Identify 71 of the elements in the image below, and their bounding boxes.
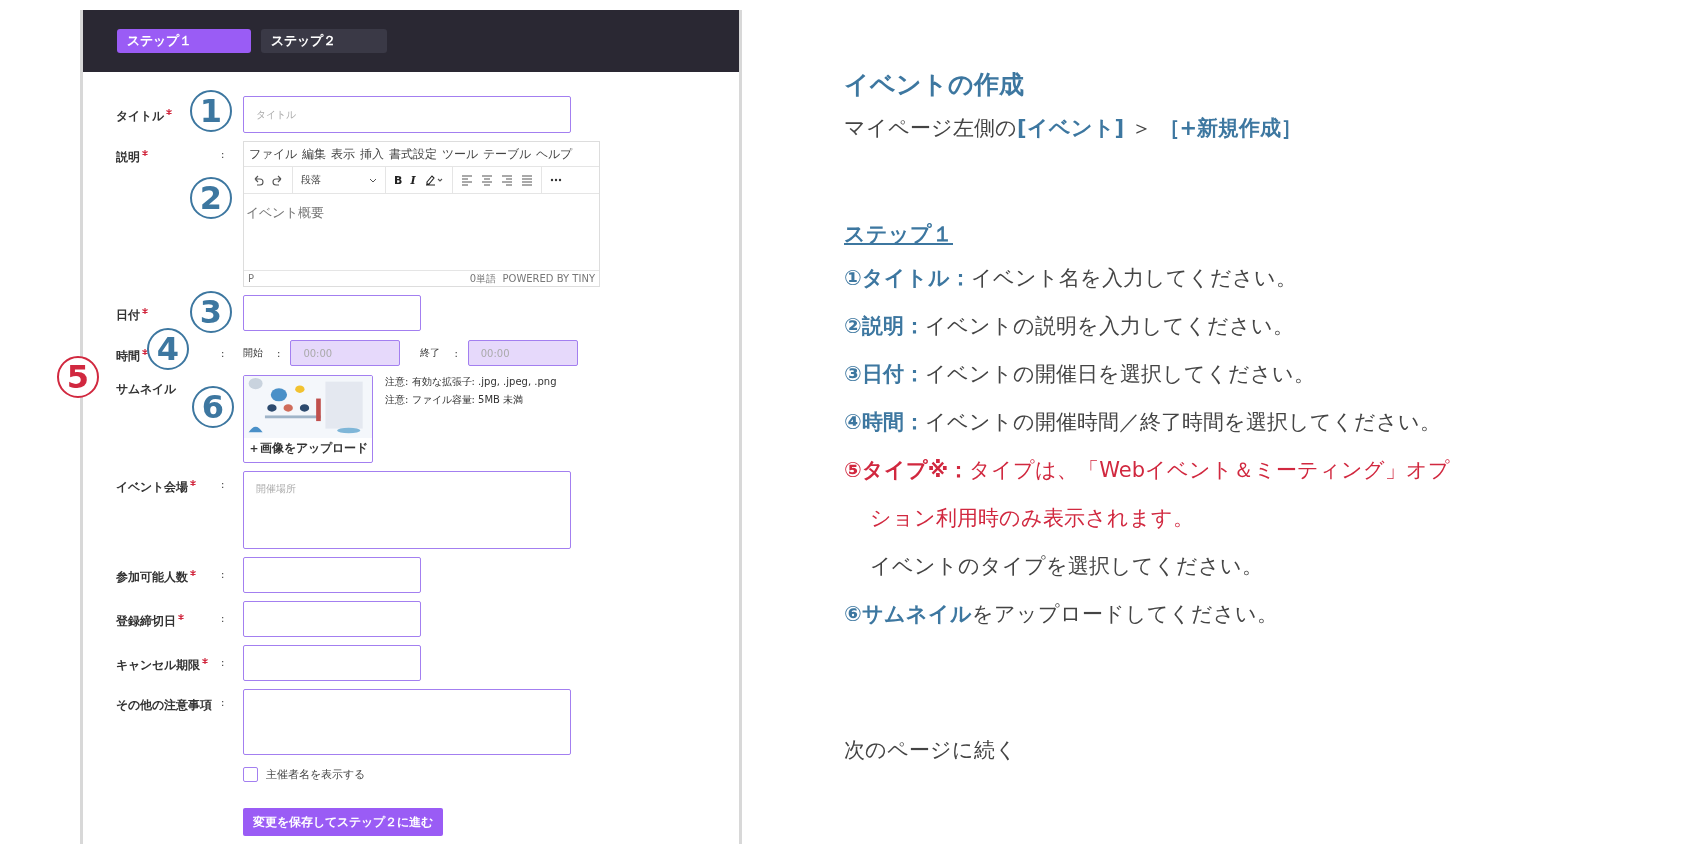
rich-text-editor[interactable]: ファイル 編集 表示 挿入 書式設定 ツール テーブル ヘルプ 段落 B I イベント概要 P 0単語 POWERED BY TINY [243, 141, 600, 287]
guide-line: ③日付：イベントの開催日を選択してください。 [844, 361, 1316, 388]
upload-note: 注意: 有効な拡張子: .jpg, .jpeg, .png [385, 375, 557, 389]
field-label: キャンセル期限 [116, 657, 200, 674]
format-select[interactable]: 段落 [301, 173, 377, 187]
menu-item[interactable]: 挿入 [360, 145, 384, 163]
colon: : [221, 478, 226, 490]
image-upload[interactable]: ＋画像をアップロード [243, 375, 373, 463]
italic-button[interactable]: I [410, 173, 416, 187]
redo-icon[interactable] [272, 174, 284, 186]
bold-button[interactable]: B [394, 173, 403, 187]
guide-line: ①タイトル：イベント名を入力してください。 [844, 265, 1298, 292]
continued-note: 次のページに続く [844, 737, 1018, 764]
checkbox-label: 主催者名を表示する [266, 767, 365, 782]
colon: : [221, 696, 226, 708]
guide-line: ②説明：イベントの説明を入力してください。 [844, 313, 1295, 340]
highlighter-icon[interactable] [423, 174, 444, 186]
step-tab[interactable]: ステップ１ [117, 29, 251, 53]
colon: : [221, 656, 226, 668]
step-marker: 5 [57, 356, 99, 398]
guide-line: ④時間：イベントの開催時間／終了時間を選択してください。 [844, 409, 1442, 436]
menu-item[interactable]: ツール [442, 145, 478, 163]
undo-icon[interactable] [252, 174, 264, 186]
start-label: 開始 [243, 346, 263, 360]
align-left-icon[interactable] [460, 174, 473, 186]
input-field[interactable] [243, 601, 421, 637]
more-icon[interactable] [549, 178, 562, 182]
menu-item[interactable]: 編集 [302, 145, 326, 163]
input-field[interactable] [243, 645, 421, 681]
field-label: サムネイル [116, 381, 176, 398]
guide-title: イベントの作成 [844, 69, 1025, 101]
checkbox[interactable] [243, 767, 258, 782]
field-label: 時間 [116, 348, 140, 365]
colon: : [221, 568, 226, 580]
align-center-icon[interactable] [480, 174, 493, 186]
input-field[interactable] [243, 557, 421, 593]
colon: : [221, 347, 226, 359]
menu-item[interactable]: ファイル [249, 145, 297, 163]
word-count: 0単語 POWERED BY TINY [469, 271, 595, 286]
editor-placeholder: イベント概要 [245, 204, 325, 222]
guide-line: ⑤タイプ※：タイプは、「Webイベント＆ミーティング」オプ [844, 457, 1450, 484]
field-label: タイトル [116, 108, 164, 125]
menu-item[interactable]: 書式設定 [389, 145, 437, 163]
textarea-field[interactable] [243, 689, 571, 755]
align-justify-icon[interactable] [520, 174, 533, 186]
guide-line: ション利用時のみ表示されます。 [869, 505, 1195, 532]
element-path: P [248, 273, 255, 284]
step-tab[interactable]: ステップ２ [261, 29, 387, 53]
save-button[interactable]: 変更を保存してステップ２に進む [243, 808, 443, 836]
colon: : [454, 347, 458, 359]
end-label: 終了 [420, 346, 441, 360]
colon: : [221, 612, 226, 624]
input-field[interactable] [243, 295, 421, 331]
field-label: 説明 [116, 149, 140, 166]
field-label: その他の注意事項 [116, 697, 212, 714]
guide-line: イベントのタイプを選択してください。 [869, 553, 1264, 580]
align-right-icon[interactable] [500, 174, 513, 186]
step-heading: ステップ１ [844, 221, 953, 248]
guide-line: ⑥サムネイルをアップロードしてください。 [844, 601, 1279, 628]
menu-item[interactable]: 表示 [331, 145, 355, 163]
menu-item[interactable]: テーブル [483, 145, 531, 163]
field-label: 参加可能人数 [116, 569, 188, 586]
field-label: 日付 [116, 307, 140, 324]
guide-path: マイページ左側の[イベント] ＞ ［+新規作成］ [844, 115, 1304, 142]
field-label: イベント会場 [116, 479, 188, 496]
upload-note: 注意: ファイル容量: 5MB 未満 [385, 393, 525, 407]
colon: : [277, 347, 281, 359]
field-label: 登録締切日 [116, 613, 176, 630]
menu-item[interactable]: ヘルプ [536, 145, 572, 163]
chevron-icon [369, 177, 377, 183]
colon: : [221, 148, 226, 160]
